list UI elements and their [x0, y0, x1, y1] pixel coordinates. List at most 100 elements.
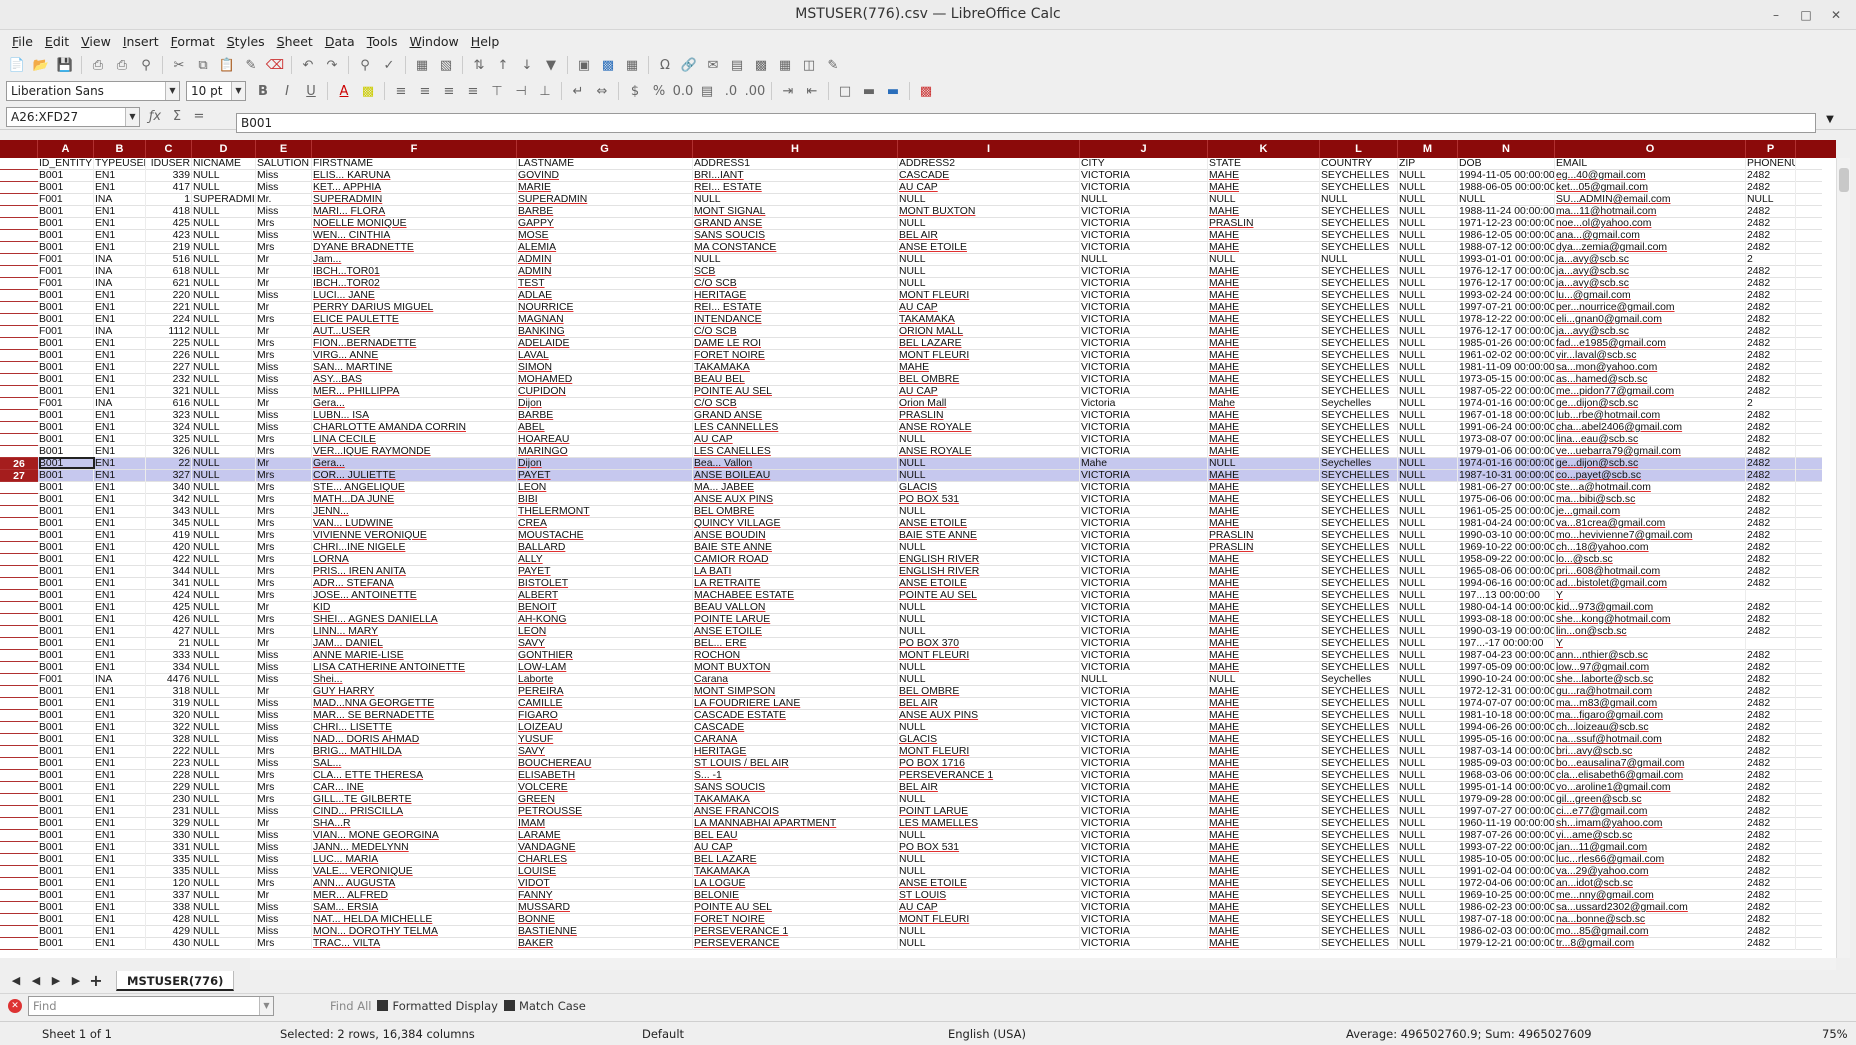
- cell[interactable]: VICTORIA: [1080, 638, 1208, 650]
- cell[interactable]: NULL: [192, 758, 256, 770]
- cell[interactable]: EN1: [94, 290, 146, 302]
- cell[interactable]: NULL: [1398, 398, 1458, 410]
- cell[interactable]: 1995-01-14 00:00:00: [1458, 782, 1555, 794]
- cell[interactable]: NULL: [898, 722, 1080, 734]
- cell[interactable]: NULL: [192, 734, 256, 746]
- cell[interactable]: SEYCHELLES: [1320, 518, 1398, 530]
- cell[interactable]: VICTORIA: [1080, 374, 1208, 386]
- cell[interactable]: LA MANNABHAI APARTMENT: [693, 818, 898, 830]
- cell[interactable]: NULL: [1398, 686, 1458, 698]
- cell[interactable]: NULL: [1398, 458, 1458, 470]
- cell[interactable]: SEYCHELLES: [1320, 638, 1398, 650]
- freeze-rows-columns-icon[interactable]: ▦: [774, 55, 796, 75]
- formula-icon[interactable]: =: [188, 107, 210, 127]
- font-color-icon[interactable]: A: [333, 81, 355, 101]
- cell[interactable]: GLACIS: [898, 482, 1080, 494]
- cell[interactable]: 1981-04-24 00:00:00: [1458, 518, 1555, 530]
- cell[interactable]: NULL: [1398, 374, 1458, 386]
- cell[interactable]: PO BOX 370: [898, 638, 1080, 650]
- cell[interactable]: Mrs: [256, 518, 312, 530]
- cell[interactable]: 320: [146, 710, 192, 722]
- cell[interactable]: NULL: [192, 314, 256, 326]
- cell[interactable]: ANSE ROYALE: [898, 446, 1080, 458]
- cell[interactable]: EN1: [94, 602, 146, 614]
- cell[interactable]: NULL: [192, 350, 256, 362]
- cell[interactable]: NULL: [1398, 614, 1458, 626]
- cell[interactable]: CASCADE: [693, 722, 898, 734]
- cell[interactable]: 1993-02-24 00:00:00: [1458, 290, 1555, 302]
- cell[interactable]: Mahe: [1080, 458, 1208, 470]
- sum-info[interactable]: Average: 496502760.9; Sum: 4965027609: [1346, 1027, 1592, 1041]
- cell[interactable]: VOLCERE: [517, 782, 693, 794]
- cell[interactable]: 2482: [1746, 794, 1796, 806]
- align-left-icon[interactable]: ≡: [390, 81, 412, 101]
- border-color-icon[interactable]: ▬: [882, 81, 904, 101]
- cell[interactable]: Miss: [256, 386, 312, 398]
- cell[interactable]: NULL: [192, 782, 256, 794]
- find-replace-icon[interactable]: ⚲: [354, 55, 376, 75]
- row-header[interactable]: 18: [0, 362, 38, 374]
- cell[interactable]: tr...8@gmail.com: [1555, 938, 1746, 950]
- cell[interactable]: 516: [146, 254, 192, 266]
- cell[interactable]: SEYCHELLES: [1320, 554, 1398, 566]
- row-header[interactable]: 20: [0, 386, 38, 398]
- column-header-f[interactable]: F: [312, 140, 517, 158]
- cell[interactable]: Miss: [256, 206, 312, 218]
- cell[interactable]: NULL: [1458, 194, 1555, 206]
- cell[interactable]: ANSE ROYALE: [898, 422, 1080, 434]
- cell[interactable]: EMAIL: [1555, 158, 1746, 170]
- special-character-icon[interactable]: Ω: [654, 55, 676, 75]
- cell[interactable]: PERSEVERANCE: [693, 938, 898, 950]
- cell[interactable]: B001: [38, 794, 94, 806]
- row-header[interactable]: 57: [0, 830, 38, 842]
- cell[interactable]: GLACIS: [898, 734, 1080, 746]
- cell[interactable]: ANSE ETOILE: [693, 626, 898, 638]
- cell[interactable]: EN1: [94, 386, 146, 398]
- cell[interactable]: VICTORIA: [1080, 614, 1208, 626]
- cell[interactable]: B001: [38, 734, 94, 746]
- cell[interactable]: 2482: [1746, 422, 1796, 434]
- cell[interactable]: SEYCHELLES: [1320, 410, 1398, 422]
- cell[interactable]: NULL: [192, 218, 256, 230]
- cell[interactable]: B001: [38, 578, 94, 590]
- cell[interactable]: vir...laval@scb.sc: [1555, 350, 1746, 362]
- cell[interactable]: luc...rles66@gmail.com: [1555, 854, 1746, 866]
- cell[interactable]: NULL: [192, 278, 256, 290]
- cell[interactable]: AH-KONG: [517, 614, 693, 626]
- cell[interactable]: EN1: [94, 554, 146, 566]
- cell[interactable]: NULL: [1398, 854, 1458, 866]
- cell[interactable]: sa...mon@yahoo.com: [1555, 362, 1746, 374]
- cell[interactable]: Miss: [256, 650, 312, 662]
- cell[interactable]: VALE... VERONIQUE: [312, 866, 517, 878]
- cell[interactable]: SIMON: [517, 362, 693, 374]
- cell[interactable]: Miss: [256, 866, 312, 878]
- cell[interactable]: 1979-09-28 00:00:00: [1458, 794, 1555, 806]
- row-header[interactable]: 60: [0, 866, 38, 878]
- cell[interactable]: 2482: [1746, 722, 1796, 734]
- cell[interactable]: NULL: [1398, 734, 1458, 746]
- row-header[interactable]: 16: [0, 338, 38, 350]
- cell[interactable]: NULL: [192, 386, 256, 398]
- row-header[interactable]: 28: [0, 482, 38, 494]
- cell[interactable]: ch...loizeau@scb.sc: [1555, 722, 1746, 734]
- cell[interactable]: MAHE: [1208, 374, 1320, 386]
- cell[interactable]: 1987-03-14 00:00:00: [1458, 746, 1555, 758]
- cell[interactable]: MONT SIGNAL: [693, 206, 898, 218]
- cell[interactable]: MAHE: [1208, 650, 1320, 662]
- date-icon[interactable]: ▤: [696, 81, 718, 101]
- cell[interactable]: CIND... PRISCILLA: [312, 806, 517, 818]
- cell[interactable]: B001: [38, 386, 94, 398]
- cell[interactable]: BRIG... MATHILDA: [312, 746, 517, 758]
- cell[interactable]: Mrs: [256, 770, 312, 782]
- row-header[interactable]: 42: [0, 650, 38, 662]
- cell[interactable]: MAHE: [1208, 170, 1320, 182]
- cell[interactable]: SAVY: [517, 638, 693, 650]
- cell[interactable]: POINTE LARUE: [693, 614, 898, 626]
- cell[interactable]: NULL: [898, 434, 1080, 446]
- row-header[interactable]: 56: [0, 818, 38, 830]
- cell[interactable]: 1958-09-22 00:00:00: [1458, 554, 1555, 566]
- row-header[interactable]: 25: [0, 446, 38, 458]
- cell[interactable]: TRAC... VILTA: [312, 938, 517, 950]
- row-header[interactable]: 14: [0, 314, 38, 326]
- cell[interactable]: 1988-07-12 00:00:00: [1458, 242, 1555, 254]
